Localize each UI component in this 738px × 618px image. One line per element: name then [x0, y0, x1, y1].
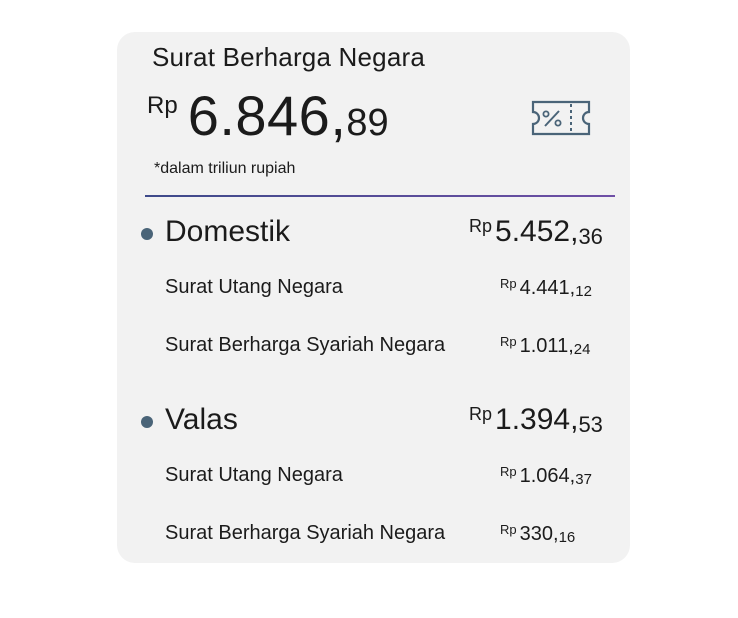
valas-amount: Rp 1.394, 53 [469, 403, 603, 438]
valas-sbsn-amount: Rp 330, 16 [500, 522, 575, 546]
valas-bullet [141, 416, 153, 428]
unit-note: *dalam triliun rupiah [154, 160, 296, 177]
ticket-percent-icon [529, 98, 593, 138]
total-amount: Rp 6.846, 89 [147, 84, 389, 148]
valas-sun-amount: Rp 1.064, 37 [500, 464, 592, 488]
total-decimal: 89 [346, 102, 389, 144]
domestik-amount: Rp 5.452, 36 [469, 215, 603, 250]
divider [145, 195, 615, 197]
amount-decimal: 37 [575, 471, 592, 488]
valas-sun-label: Surat Utang Negara [165, 464, 343, 486]
currency: Rp [500, 464, 517, 479]
domestik-sun-label: Surat Utang Negara [165, 276, 343, 298]
currency: Rp [500, 334, 517, 349]
amount-decimal: 16 [558, 529, 576, 546]
valas-sbsn-label: Surat Berharga Syariah Negara [165, 522, 446, 544]
total-currency: Rp [147, 92, 178, 119]
domestik-sbsn-label: Surat Berharga Syariah Negara [165, 334, 446, 356]
domestik-label: Domestik [165, 215, 291, 248]
domestik-sbsn-amount: Rp 1.011, 24 [500, 334, 590, 358]
currency: Rp [469, 216, 493, 236]
currency: Rp [500, 276, 517, 291]
total-integer: 6.846, [187, 84, 347, 147]
amount-integer: 1.064, [519, 465, 576, 487]
amount-integer: 1.394, [495, 403, 579, 436]
amount-integer: 4.441, [519, 277, 576, 299]
amount-decimal: 12 [575, 283, 592, 300]
valas-label: Valas [165, 403, 238, 436]
sbn-card: Surat Berharga Negara Rp 6.846, 89 *dala… [117, 32, 630, 563]
currency: Rp [469, 404, 493, 424]
amount-integer: 5.452, [495, 215, 579, 248]
domestik-bullet [141, 228, 153, 240]
card-title: Surat Berharga Negara [152, 42, 426, 72]
domestik-sun-amount: Rp 4.441, 12 [500, 276, 592, 300]
amount-decimal: 24 [573, 341, 591, 358]
amount-integer: 330, [519, 523, 559, 545]
currency: Rp [500, 522, 517, 537]
amount-decimal: 36 [578, 224, 603, 249]
amount-integer: 1.011, [519, 335, 574, 357]
amount-decimal: 53 [578, 412, 603, 437]
